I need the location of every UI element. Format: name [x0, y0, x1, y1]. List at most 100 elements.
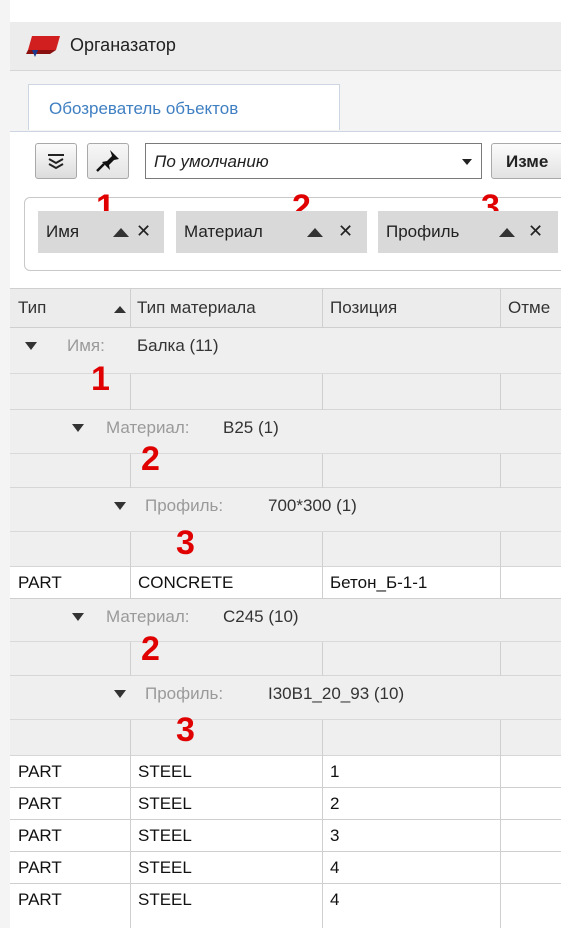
column-divider	[130, 454, 131, 488]
column-divider	[130, 642, 131, 676]
collapse-all-button[interactable]	[35, 143, 77, 179]
tab-label: Обозреватель объектов	[49, 99, 239, 118]
group-row-profile[interactable]: Профиль: 700*300 (1)	[10, 488, 561, 567]
cell-type: PART	[18, 858, 62, 877]
pin-icon	[96, 150, 119, 172]
chevron-down-icon[interactable]	[462, 159, 472, 165]
row-divider	[10, 453, 561, 454]
column-divider	[500, 756, 501, 788]
cell-position: 4	[330, 890, 340, 909]
column-divider	[322, 756, 323, 788]
cell-position: 4	[330, 858, 340, 877]
expand-triangle-icon[interactable]	[114, 502, 126, 510]
change-button[interactable]: Изме	[491, 143, 561, 179]
pin-button[interactable]	[87, 143, 129, 179]
table-row[interactable]: PART STEEL 1	[10, 756, 561, 788]
column-divider	[130, 374, 131, 410]
organizer-window: Органазатор Обозреватель объектов По умо…	[0, 0, 561, 929]
cell-position: Бетон_Б-1-1	[330, 573, 428, 592]
cell-material-type: CONCRETE	[138, 573, 234, 592]
column-header-material-type[interactable]: Тип материала	[137, 298, 256, 318]
cell-type: PART	[18, 762, 62, 781]
double-chevron-down-icon	[48, 154, 64, 170]
column-header-mark[interactable]: Отме	[508, 298, 550, 318]
group-value: I30B1_20_93 (10)	[268, 684, 405, 703]
group-key: Имя:	[67, 336, 105, 355]
column-divider[interactable]	[322, 289, 323, 329]
close-icon[interactable]: ✕	[338, 221, 353, 242]
cell-material-type: STEEL	[138, 762, 192, 781]
column-divider	[130, 884, 131, 928]
column-divider	[500, 884, 501, 928]
column-divider	[500, 852, 501, 884]
column-divider[interactable]	[500, 289, 501, 329]
sort-ascending-icon[interactable]	[499, 228, 515, 237]
column-divider	[322, 374, 323, 410]
table-row[interactable]: PART STEEL 2	[10, 788, 561, 820]
column-divider	[322, 720, 323, 756]
change-button-label: Изме	[506, 152, 549, 171]
column-divider	[500, 454, 501, 488]
column-divider	[130, 820, 131, 852]
table-row[interactable]: PART STEEL 4	[10, 852, 561, 884]
column-divider	[130, 720, 131, 756]
sort-ascending-icon[interactable]	[307, 228, 323, 237]
cell-position: 1	[330, 762, 340, 781]
tab-strip: Обозреватель объектов	[10, 71, 561, 131]
expand-triangle-icon[interactable]	[72, 424, 84, 432]
sort-ascending-icon[interactable]	[113, 228, 129, 237]
view-select-value: По умолчанию	[154, 152, 269, 171]
table-header: Тип Тип материала Позиция Отме	[10, 288, 561, 329]
column-divider	[500, 820, 501, 852]
window-title: Органазатор	[70, 35, 176, 55]
cell-type: PART	[18, 573, 62, 592]
expand-triangle-icon[interactable]	[25, 342, 37, 350]
marker-number: 3	[176, 711, 195, 749]
table-row[interactable]: PART STEEL 3	[10, 820, 561, 852]
column-divider[interactable]	[130, 289, 131, 329]
row-divider	[10, 641, 561, 642]
group-row-profile[interactable]: Профиль: I30B1_20_93 (10)	[10, 676, 561, 756]
column-divider	[130, 788, 131, 820]
group-key: Материал:	[106, 418, 190, 437]
table-row[interactable]: PART STEEL 4	[10, 884, 561, 928]
marker-number: 2	[141, 440, 160, 478]
cell-material-type: STEEL	[138, 890, 192, 909]
column-divider	[322, 852, 323, 884]
marker-number: 2	[141, 630, 160, 668]
cell-type: PART	[18, 890, 62, 909]
group-value: C245 (10)	[223, 607, 299, 626]
column-divider	[500, 788, 501, 820]
table-row[interactable]: PART CONCRETE Бетон_Б-1-1	[10, 567, 561, 599]
tab-object-browser[interactable]: Обозреватель объектов	[28, 84, 340, 130]
column-divider	[322, 532, 323, 567]
group-value: 700*300 (1)	[268, 496, 357, 515]
group-chip-profile[interactable]: Профиль ✕	[378, 211, 558, 253]
column-divider	[322, 454, 323, 488]
column-divider	[500, 720, 501, 756]
expand-triangle-icon[interactable]	[72, 613, 84, 621]
column-divider	[130, 852, 131, 884]
column-divider	[130, 532, 131, 567]
group-chip-label: Материал	[184, 222, 263, 241]
group-row-material[interactable]: Материал: C245 (10)	[10, 599, 561, 676]
column-divider	[322, 884, 323, 928]
group-chip-name[interactable]: Имя ✕	[38, 211, 164, 253]
close-icon[interactable]: ✕	[528, 221, 543, 242]
group-row-material[interactable]: Материал: B25 (1)	[10, 410, 561, 488]
column-divider	[500, 642, 501, 676]
group-key: Профиль:	[145, 496, 224, 515]
column-header-type[interactable]: Тип	[18, 298, 46, 318]
column-divider	[130, 567, 131, 599]
expand-triangle-icon[interactable]	[114, 690, 126, 698]
sort-ascending-icon[interactable]	[114, 306, 126, 313]
group-key: Материал:	[106, 607, 190, 626]
column-header-position[interactable]: Позиция	[330, 298, 397, 318]
group-chip-material[interactable]: Материал ✕	[176, 211, 367, 253]
close-icon[interactable]: ✕	[136, 221, 151, 242]
view-select[interactable]: По умолчанию	[145, 143, 482, 179]
cell-material-type: STEEL	[138, 858, 192, 877]
group-chip-label: Имя	[46, 222, 80, 241]
group-key: Профиль:	[145, 684, 224, 703]
column-divider	[500, 567, 501, 599]
